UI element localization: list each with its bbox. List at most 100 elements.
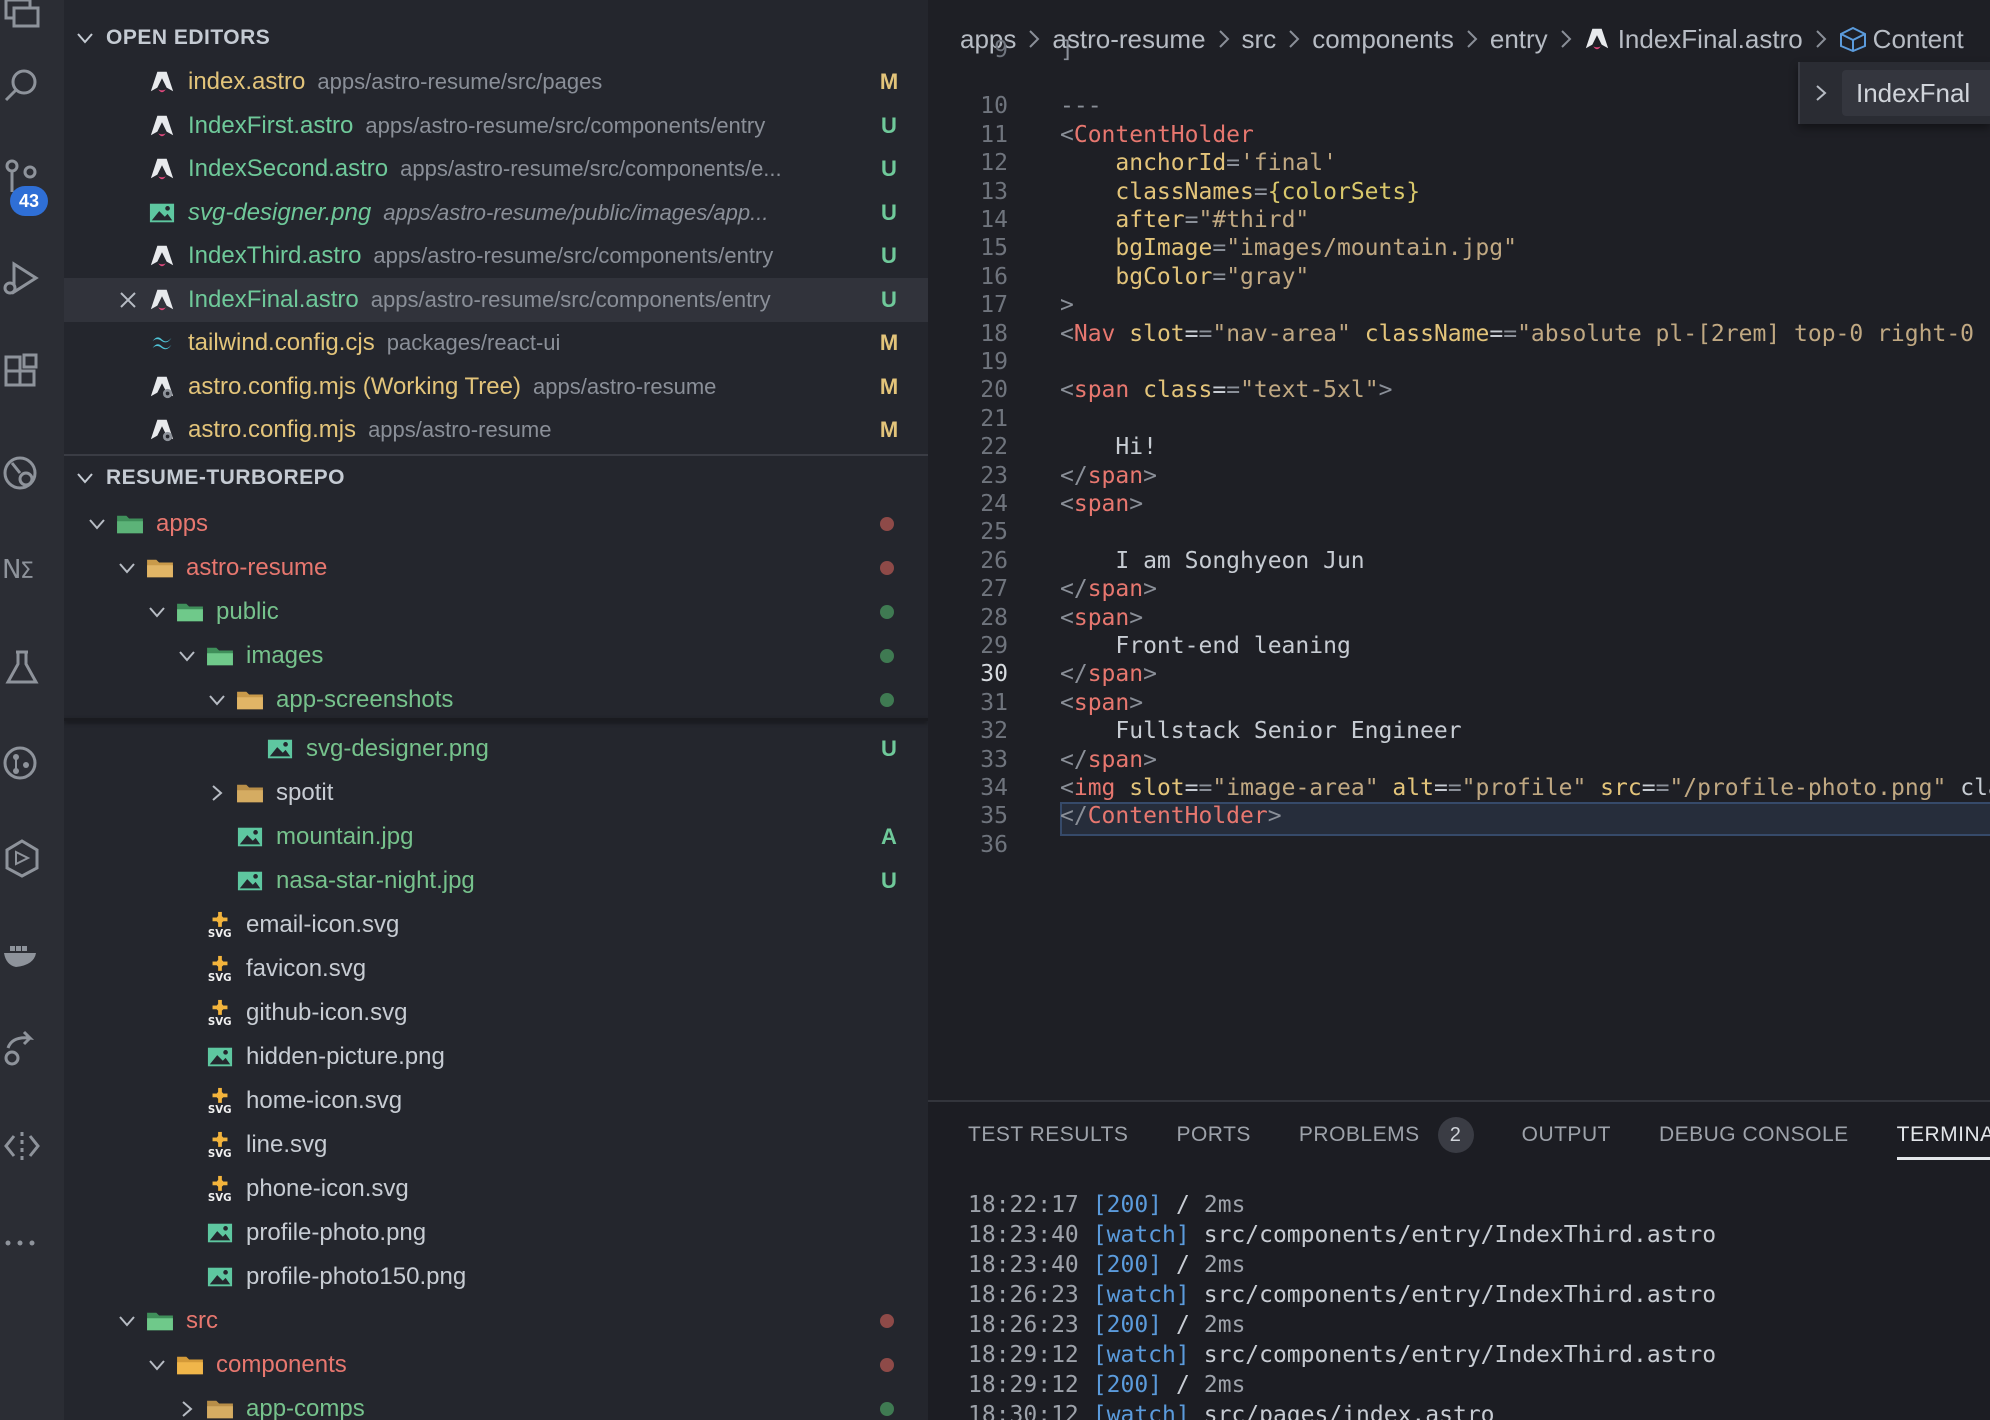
line-code: Front-end leaning	[1115, 633, 1351, 659]
testing-icon[interactable]	[0, 640, 64, 696]
log-message: /	[1176, 1312, 1190, 1338]
tree-file[interactable]: profile-photo150.png	[64, 1255, 928, 1299]
code-diff-icon[interactable]	[0, 1118, 64, 1174]
tree-file[interactable]: SVG phone-icon.svg	[64, 1167, 928, 1211]
file-name: IndexFinal.astro apps/astro-resume/src/co…	[188, 286, 771, 314]
timeline-icon[interactable]	[0, 830, 64, 886]
panel-tab-label: PORTS	[1176, 1123, 1251, 1146]
terminal-line: 18:29:12 [watch] src/components/entry/Inde…	[968, 1340, 1716, 1370]
nx-console-icon[interactable]: NΣ	[0, 540, 64, 596]
image-file-icon	[206, 1263, 234, 1291]
git-status: U	[881, 736, 897, 761]
tree-file[interactable]: SVG line.svg	[64, 1123, 928, 1167]
tree-folder[interactable]: src	[64, 1299, 928, 1343]
tree-item-label: svg-designer.png	[306, 735, 489, 762]
open-editor-item[interactable]: IndexSecond.astro apps/astro-resume/src/c…	[64, 147, 928, 191]
open-editor-item[interactable]: IndexFinal.astro apps/astro-resume/src/co…	[64, 277, 928, 322]
docker-icon[interactable]	[0, 925, 64, 981]
sticky-scroll-widget[interactable]: IndexFnal	[1798, 62, 1990, 124]
tree-folder[interactable]: astro-resume	[64, 546, 928, 590]
open-editor-item[interactable]: astro.config.mjs apps/astro-resume M	[64, 408, 928, 452]
open-editor-item[interactable]: IndexFirst.astro apps/astro-resume/src/co…	[64, 104, 928, 148]
tree-item-label: astro-resume	[186, 554, 328, 581]
file-name: index.astro apps/astro-resume/src/pages	[188, 68, 602, 96]
live-share-icon[interactable]	[0, 1020, 64, 1076]
tree-folder[interactable]: app-screenshots	[64, 678, 928, 722]
panel-tab-label: OUTPUT	[1521, 1123, 1611, 1146]
tree-item-label: src	[186, 1307, 218, 1334]
folder-icon	[176, 1351, 204, 1379]
file-path: apps/astro-resume/src/components/e...	[400, 156, 782, 181]
open-editor-item[interactable]: IndexThird.astro apps/astro-resume/src/co…	[64, 234, 928, 278]
log-duration: 2ms	[1203, 1312, 1246, 1338]
svg-text:SVG: SVG	[208, 1192, 232, 1204]
tree-file[interactable]: SVG github-icon.svg	[64, 991, 928, 1035]
panel-tabs: TEST RESULTS PORTS PROBLEMS 2 OUTPUT DEBUG CO…	[928, 1102, 1990, 1168]
tree-folder[interactable]: spotit	[64, 771, 928, 815]
tree-file[interactable]: SVG home-icon.svg	[64, 1079, 928, 1123]
remote-explorer-icon[interactable]	[0, 445, 64, 501]
workspace-header[interactable]: RESUME-TURBOREPO	[64, 458, 928, 498]
line-number: 35	[980, 803, 1008, 830]
file-name-text: IndexFirst.astro	[188, 111, 354, 139]
tree-folder[interactable]: images	[64, 634, 928, 678]
line-number: 28	[980, 604, 1008, 631]
tree-folder[interactable]: app-comps	[64, 1387, 928, 1420]
tree-file[interactable]: mountain.jpg A	[64, 815, 928, 859]
panel-tab[interactable]: PORTS	[1176, 1102, 1250, 1168]
terminal-line: 18:23:40 [watch] src/components/entry/Inde…	[968, 1220, 1716, 1250]
line-number: 14	[980, 207, 1008, 233]
code-line[interactable]: 36	[928, 827, 1990, 863]
panel-tab[interactable]: TERMINA	[1896, 1102, 1990, 1168]
tree-item-label: mountain.jpg	[276, 823, 414, 850]
svg-file-icon: SVG	[206, 1087, 234, 1116]
more-icon[interactable]	[0, 1215, 64, 1271]
git-graph-icon[interactable]	[0, 735, 64, 791]
svg-file-icon: SVG	[206, 1175, 234, 1204]
tree-file[interactable]: nasa-star-night.jpg U	[64, 859, 928, 903]
tree-folder[interactable]: components	[64, 1343, 928, 1387]
line-number: 17	[980, 292, 1008, 319]
line-code: after="#third"	[1115, 207, 1310, 233]
explorer-icon[interactable]	[0, 0, 64, 42]
tree-item-label: profile-photo150.png	[246, 1263, 467, 1290]
line-code: <span>	[1060, 689, 1144, 716]
tree-file[interactable]: SVG email-icon.svg	[64, 903, 928, 947]
close-icon[interactable]	[116, 288, 140, 312]
log-tag: [watch]	[1092, 1282, 1190, 1308]
open-editor-item[interactable]: index.astro apps/astro-resume/src/pages M	[64, 60, 928, 104]
tree-file[interactable]: SVG favicon.svg	[64, 947, 928, 991]
open-editors-header[interactable]: OPEN EDITORS	[64, 18, 928, 58]
open-editor-item[interactable]: astro.config.mjs (Working Tree) apps/astr…	[64, 365, 928, 409]
open-editor-item[interactable]: tailwind.config.cjs packages/react-ui M	[64, 321, 928, 365]
chevron-down-icon	[179, 651, 195, 662]
file-name: astro.config.mjs apps/astro-resume	[188, 416, 551, 444]
log-message: src/pages/index.astro	[1203, 1402, 1495, 1420]
line-code: Hi!	[1115, 434, 1157, 461]
panel-tab[interactable]: OUTPUT	[1522, 1102, 1611, 1168]
open-editor-item[interactable]: svg-designer.png apps/astro-resume/public…	[64, 191, 928, 235]
search-icon[interactable]	[0, 58, 64, 114]
panel-tab[interactable]: TEST RESULTS	[968, 1102, 1128, 1168]
log-tag: [200]	[1092, 1192, 1163, 1218]
extensions-icon[interactable]	[0, 345, 64, 401]
tree-item-label: line.svg	[246, 1131, 328, 1158]
tree-folder[interactable]: public	[64, 590, 928, 634]
folder-icon	[236, 779, 264, 807]
tree-file[interactable]: profile-photo.png	[64, 1211, 928, 1255]
panel-tab[interactable]: PROBLEMS 2	[1299, 1102, 1474, 1168]
sticky-scroll-label: IndexFnal	[1842, 70, 1990, 116]
line-number: 11	[980, 121, 1008, 148]
tree-folder[interactable]: apps	[64, 502, 928, 546]
tree-file[interactable]: hidden-picture.png	[64, 1035, 928, 1079]
run-debug-icon[interactable]	[0, 250, 64, 306]
line-code: </span>	[1060, 661, 1157, 688]
line-code: </span>	[1060, 746, 1157, 773]
panel-tab[interactable]: DEBUG CONSOLE	[1659, 1102, 1849, 1168]
log-message: /	[1176, 1252, 1190, 1278]
log-duration: 2ms	[1203, 1252, 1246, 1278]
folder-icon	[176, 598, 204, 626]
log-time: 18:29:12	[968, 1342, 1079, 1368]
line-code: <ContentHolder	[1060, 121, 1254, 148]
tree-file[interactable]: svg-designer.png U	[64, 727, 928, 771]
